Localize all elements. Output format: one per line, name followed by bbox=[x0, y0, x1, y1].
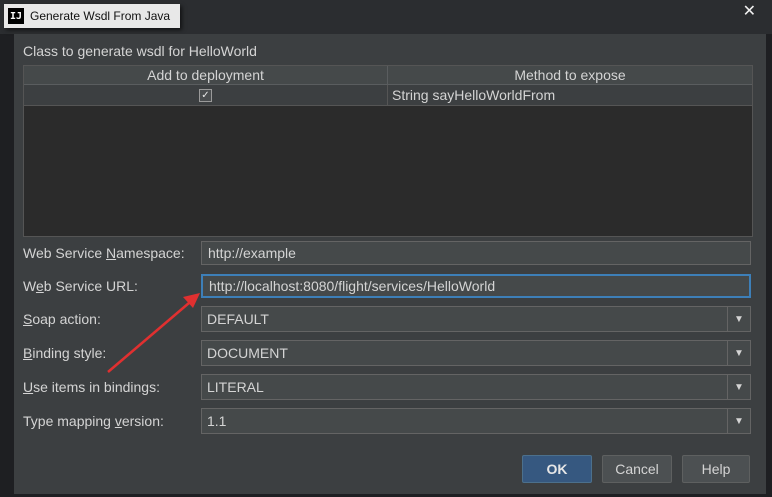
annotation-arrow bbox=[107, 293, 200, 373]
